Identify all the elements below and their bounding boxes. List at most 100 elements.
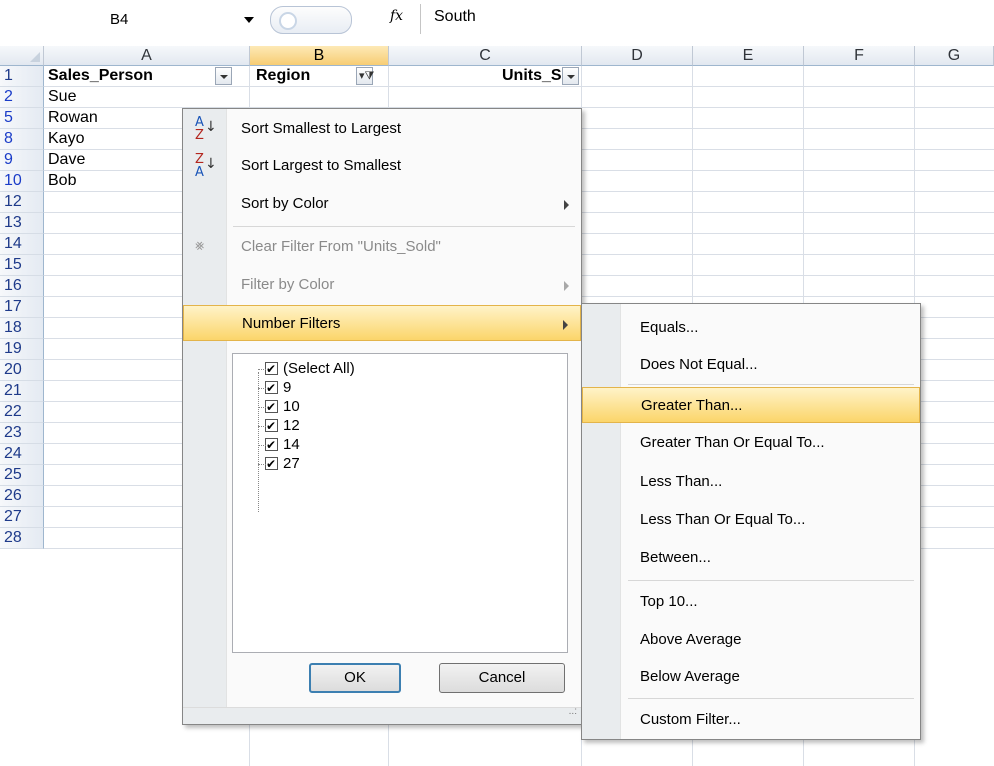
name-box-value: B4 <box>110 11 129 28</box>
menu-item-sort-descending[interactable]: ZA ↓ Sort Largest to Smallest <box>183 148 581 184</box>
row-header-1[interactable]: 1 <box>0 66 44 87</box>
cell-c1[interactable]: Units_Sc <box>502 67 570 85</box>
grid-line <box>44 86 994 87</box>
column-header-e[interactable]: E <box>693 46 804 66</box>
column-header-g[interactable]: G <box>915 46 994 66</box>
row-header-22[interactable]: 22 <box>0 402 44 423</box>
value-checklist[interactable]: (Select All) 9 10 12 14 27 <box>232 353 568 653</box>
row-header-15[interactable]: 15 <box>0 255 44 276</box>
ok-button[interactable]: OK <box>309 663 401 693</box>
row-header-8[interactable]: 8 <box>0 129 44 150</box>
submenu-item-between[interactable]: Between... <box>582 540 920 576</box>
menu-item-number-filters[interactable]: Number Filters <box>183 305 581 341</box>
row-header-21[interactable]: 21 <box>0 381 44 402</box>
column-header-d[interactable]: D <box>582 46 693 66</box>
chevron-right-icon <box>564 200 569 210</box>
insert-function-icon[interactable]: fx <box>390 8 403 24</box>
chevron-right-icon <box>564 281 569 291</box>
row-header-27[interactable]: 27 <box>0 507 44 528</box>
row-header-23[interactable]: 23 <box>0 423 44 444</box>
tree-line <box>258 372 260 512</box>
submenu-item-does-not-equal[interactable]: Does Not Equal... <box>582 347 920 383</box>
row-header-20[interactable]: 20 <box>0 360 44 381</box>
row-header-10[interactable]: 10 <box>0 171 44 192</box>
submenu-item-above-average[interactable]: Above Average <box>582 622 920 658</box>
submenu-item-label: Equals... <box>640 319 699 336</box>
checklist-item-label: 10 <box>283 398 300 415</box>
tree-line <box>258 369 268 371</box>
cell-b1[interactable]: Region <box>256 67 310 85</box>
tree-line <box>258 464 268 466</box>
number-filters-submenu: Equals... Does Not Equal... Greater Than..… <box>581 303 921 740</box>
cell-a9[interactable]: Dave <box>48 151 85 169</box>
row-header-9[interactable]: 9 <box>0 150 44 171</box>
column-header-a[interactable]: A <box>44 46 250 66</box>
sort-ascending-icon: AZ <box>195 115 204 143</box>
menu-item-sort-ascending[interactable]: AZ ↓ Sort Smallest to Largest <box>183 111 581 147</box>
cell-a1[interactable]: Sales_Person <box>48 67 153 85</box>
menu-item-filter-by-color[interactable]: Filter by Color <box>183 267 581 303</box>
row-header-5[interactable]: 5 <box>0 108 44 129</box>
row-header-24[interactable]: 24 <box>0 444 44 465</box>
row-header-13[interactable]: 13 <box>0 213 44 234</box>
submenu-item-label: Greater Than... <box>641 397 743 414</box>
row-header-28[interactable]: 28 <box>0 528 44 549</box>
submenu-item-below-average[interactable]: Below Average <box>582 659 920 695</box>
cell-a2[interactable]: Sue <box>48 88 76 106</box>
submenu-item-label: Top 10... <box>640 593 698 610</box>
chevron-right-icon <box>563 320 568 330</box>
checklist-item-label: 9 <box>283 379 292 396</box>
formula-bar-resize-handle[interactable] <box>270 6 352 34</box>
row-header-25[interactable]: 25 <box>0 465 44 486</box>
sort-descending-icon: ZA <box>195 152 204 180</box>
filter-dropdown-sales-person[interactable] <box>215 67 232 85</box>
resize-grip[interactable] <box>183 706 581 724</box>
row-header-18[interactable]: 18 <box>0 318 44 339</box>
menu-separator <box>628 384 914 385</box>
formula-bar: B4 fx South <box>0 0 994 40</box>
down-arrow-icon: ↓ <box>205 156 217 172</box>
autofilter-menu: AZ ↓ Sort Smallest to Largest ZA ↓ Sort … <box>182 108 582 725</box>
tree-line <box>258 445 268 447</box>
formula-input[interactable]: South <box>434 8 476 26</box>
menu-separator <box>628 580 914 581</box>
column-header-c[interactable]: C <box>389 46 582 66</box>
menu-item-sort-by-color[interactable]: Sort by Color <box>183 186 581 222</box>
column-header-f[interactable]: F <box>804 46 915 66</box>
column-header-b[interactable]: B <box>250 46 389 66</box>
down-arrow-icon: ↓ <box>205 119 217 135</box>
submenu-item-label: Greater Than Or Equal To... <box>640 434 825 451</box>
menu-item-label: Sort by Color <box>241 195 329 212</box>
filter-active-button-region[interactable]: ▾⧩ <box>356 67 374 85</box>
cell-a10[interactable]: Bob <box>48 172 76 190</box>
menu-item-label: Sort Largest to Smallest <box>241 157 402 174</box>
select-all-corner[interactable] <box>0 46 44 66</box>
cancel-button[interactable]: Cancel <box>439 663 565 693</box>
row-header-16[interactable]: 16 <box>0 276 44 297</box>
submenu-item-less-than-or-equal-to[interactable]: Less Than Or Equal To... <box>582 502 920 538</box>
menu-separator <box>628 698 914 699</box>
row-header-19[interactable]: 19 <box>0 339 44 360</box>
submenu-item-greater-than-or-equal-to[interactable]: Greater Than Or Equal To... <box>582 425 920 461</box>
row-header-14[interactable]: 14 <box>0 234 44 255</box>
submenu-item-label: Less Than... <box>640 473 723 490</box>
submenu-item-label: Custom Filter... <box>640 711 741 728</box>
submenu-item-equals[interactable]: Equals... <box>582 310 920 346</box>
row-header-26[interactable]: 26 <box>0 486 44 507</box>
name-box-dropdown-icon[interactable] <box>244 17 254 23</box>
row-header-17[interactable]: 17 <box>0 297 44 318</box>
cell-a8[interactable]: Kayo <box>48 130 84 148</box>
submenu-item-label: Above Average <box>640 631 742 648</box>
tree-line <box>258 407 268 409</box>
row-header-12[interactable]: 12 <box>0 192 44 213</box>
submenu-item-greater-than[interactable]: Greater Than... <box>582 387 920 423</box>
filter-dropdown-units-sold[interactable] <box>562 67 579 85</box>
submenu-item-custom-filter[interactable]: Custom Filter... <box>582 702 920 738</box>
submenu-item-less-than[interactable]: Less Than... <box>582 464 920 500</box>
submenu-item-top-10[interactable]: Top 10... <box>582 584 920 620</box>
menu-item-clear-filter[interactable]: ⨳ Clear Filter From "Units_Sold" <box>183 229 581 265</box>
cell-a5[interactable]: Rowan <box>48 109 98 127</box>
name-box[interactable]: B4 <box>0 6 254 34</box>
row-header-2[interactable]: 2 <box>0 87 44 108</box>
submenu-item-label: Does Not Equal... <box>640 356 758 373</box>
